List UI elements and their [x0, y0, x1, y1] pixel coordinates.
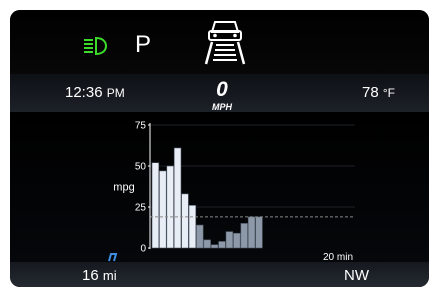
- time-span-label: 20 min: [323, 252, 353, 262]
- clock: 12:36 PM: [65, 84, 125, 101]
- chart-bar: [173, 147, 182, 249]
- chart-bar: [196, 224, 204, 249]
- compass-heading: NW: [344, 267, 369, 284]
- cluster-screen: P 12:36 PM 0 MPH 78 °F 75 50 25 0 mpg 20 min: [10, 10, 429, 287]
- temperature-unit: °F: [382, 86, 395, 100]
- y-axis-label: mpg: [113, 182, 134, 194]
- headlight-on-icon: [84, 36, 108, 56]
- chart-bar: [203, 239, 211, 249]
- chart-bar: [210, 244, 219, 249]
- chart-bar: [159, 170, 167, 249]
- y-tick-label: 75: [135, 121, 147, 132]
- chart-bar: [151, 162, 160, 249]
- temperature-value: 78: [362, 84, 379, 101]
- chart-bar: [225, 231, 234, 249]
- chart-bar: [218, 241, 226, 249]
- y-tick-label: 25: [135, 203, 147, 214]
- speed-value: 0: [216, 78, 228, 101]
- distance-value: 16: [82, 267, 99, 284]
- chart-bar: [247, 216, 256, 249]
- outside-temperature: 78 °F: [362, 84, 395, 101]
- clock-suffix: PM: [106, 86, 125, 100]
- graph-mode-icon: [108, 253, 118, 262]
- clock-time: 12:36: [65, 84, 103, 101]
- y-tick-label: 50: [135, 162, 147, 173]
- trip-distance: 16 mi: [82, 267, 117, 284]
- chart-bar: [255, 216, 263, 249]
- status-bar: P: [10, 10, 429, 74]
- chart-bar: [188, 205, 197, 249]
- speed-unit: MPH: [212, 102, 232, 112]
- gear-indicator: P: [135, 31, 152, 58]
- chart-bar: [240, 223, 248, 249]
- chart-bars: [151, 147, 263, 249]
- lane-assist-icon: [204, 21, 246, 65]
- y-tick-label: 0: [140, 244, 146, 255]
- distance-unit: mi: [102, 268, 117, 283]
- chart-bar: [181, 193, 189, 249]
- chart-bar: [166, 165, 174, 249]
- chart-bar: [233, 232, 241, 249]
- fuel-economy-chart: 75 50 25 0 mpg 20 min: [108, 121, 355, 262]
